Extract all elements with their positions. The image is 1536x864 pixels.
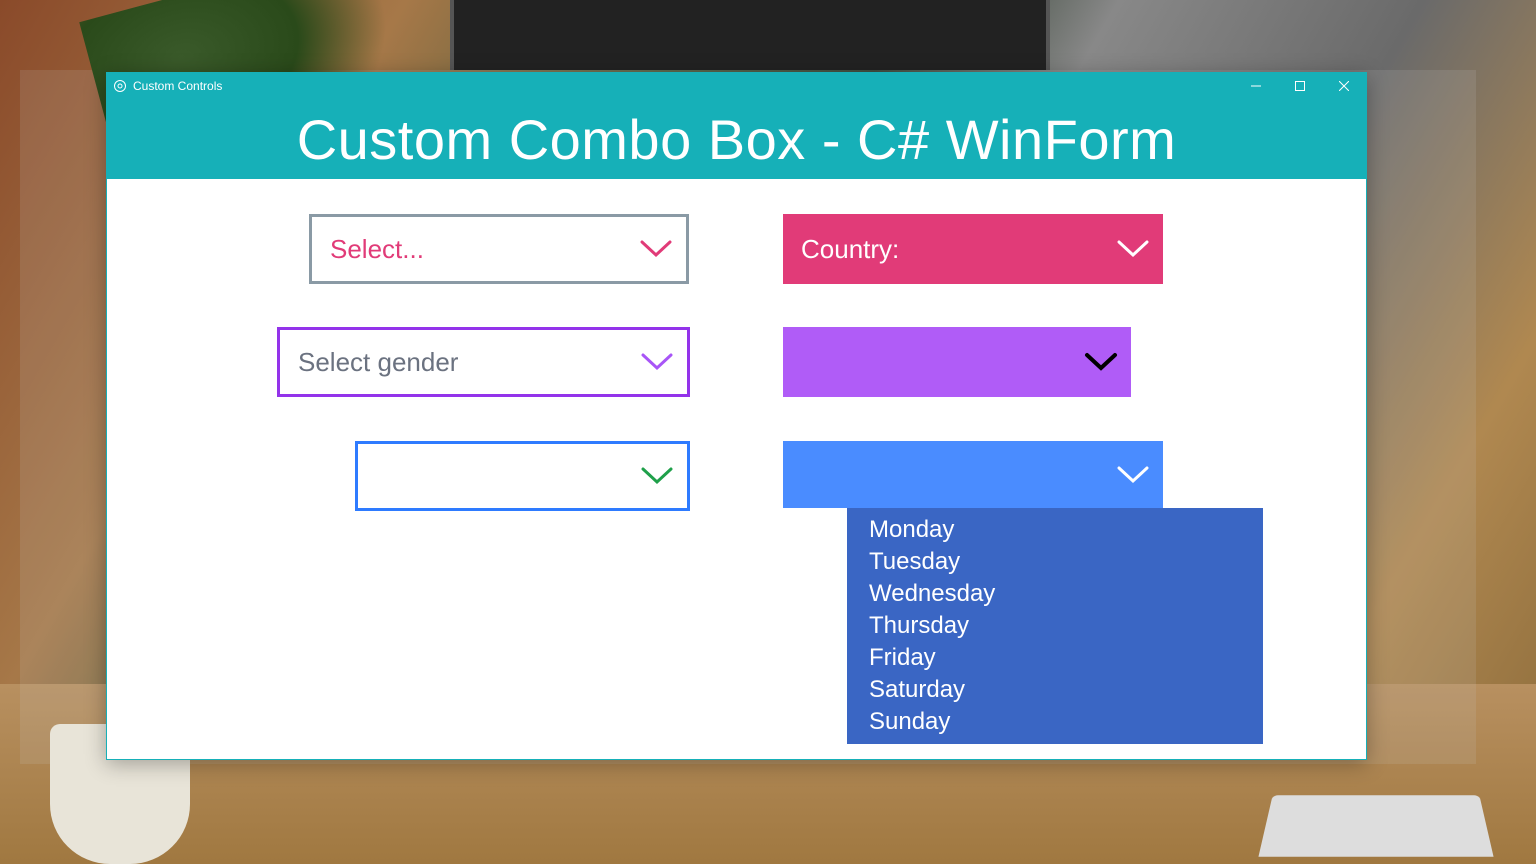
chevron-down-icon	[1103, 465, 1163, 485]
chevron-down-icon	[1103, 239, 1163, 259]
dropdown-item-friday[interactable]: Friday	[847, 642, 1263, 674]
dropdown-item-monday[interactable]: Monday	[847, 514, 1263, 546]
dropdown-item-sunday[interactable]: Sunday	[847, 706, 1263, 738]
window-title: Custom Controls	[133, 79, 1234, 93]
days-dropdown-list[interactable]: Monday Tuesday Wednesday Thursday Friday…	[847, 508, 1263, 744]
dropdown-item-thursday[interactable]: Thursday	[847, 610, 1263, 642]
minimize-button[interactable]	[1234, 73, 1278, 99]
gender-combobox-label: Select gender	[280, 347, 627, 378]
chevron-down-icon	[626, 239, 686, 259]
select-combobox-label: Select...	[312, 234, 626, 265]
purple-combobox[interactable]	[783, 327, 1131, 397]
country-combobox[interactable]: Country:	[783, 214, 1163, 284]
app-icon	[107, 79, 133, 93]
country-combobox-label: Country:	[783, 234, 1103, 265]
chevron-down-icon	[627, 352, 687, 372]
titlebar[interactable]: Custom Controls	[107, 73, 1366, 99]
select-combobox[interactable]: Select...	[309, 214, 689, 284]
dropdown-item-saturday[interactable]: Saturday	[847, 674, 1263, 706]
maximize-button[interactable]	[1278, 73, 1322, 99]
page-title: Custom Combo Box - C# WinForm	[107, 99, 1366, 179]
chevron-down-icon	[1071, 352, 1131, 372]
dropdown-item-wednesday[interactable]: Wednesday	[847, 578, 1263, 610]
content-area: Select... Country: Select gender	[107, 179, 1366, 759]
dropdown-item-tuesday[interactable]: Tuesday	[847, 546, 1263, 578]
app-window: Custom Controls Custom Combo Box - C# Wi…	[106, 72, 1367, 760]
chevron-down-icon	[627, 466, 687, 486]
blue-outline-combobox[interactable]	[355, 441, 690, 511]
days-combobox[interactable]	[783, 441, 1163, 508]
close-button[interactable]	[1322, 73, 1366, 99]
gender-combobox[interactable]: Select gender	[277, 327, 690, 397]
